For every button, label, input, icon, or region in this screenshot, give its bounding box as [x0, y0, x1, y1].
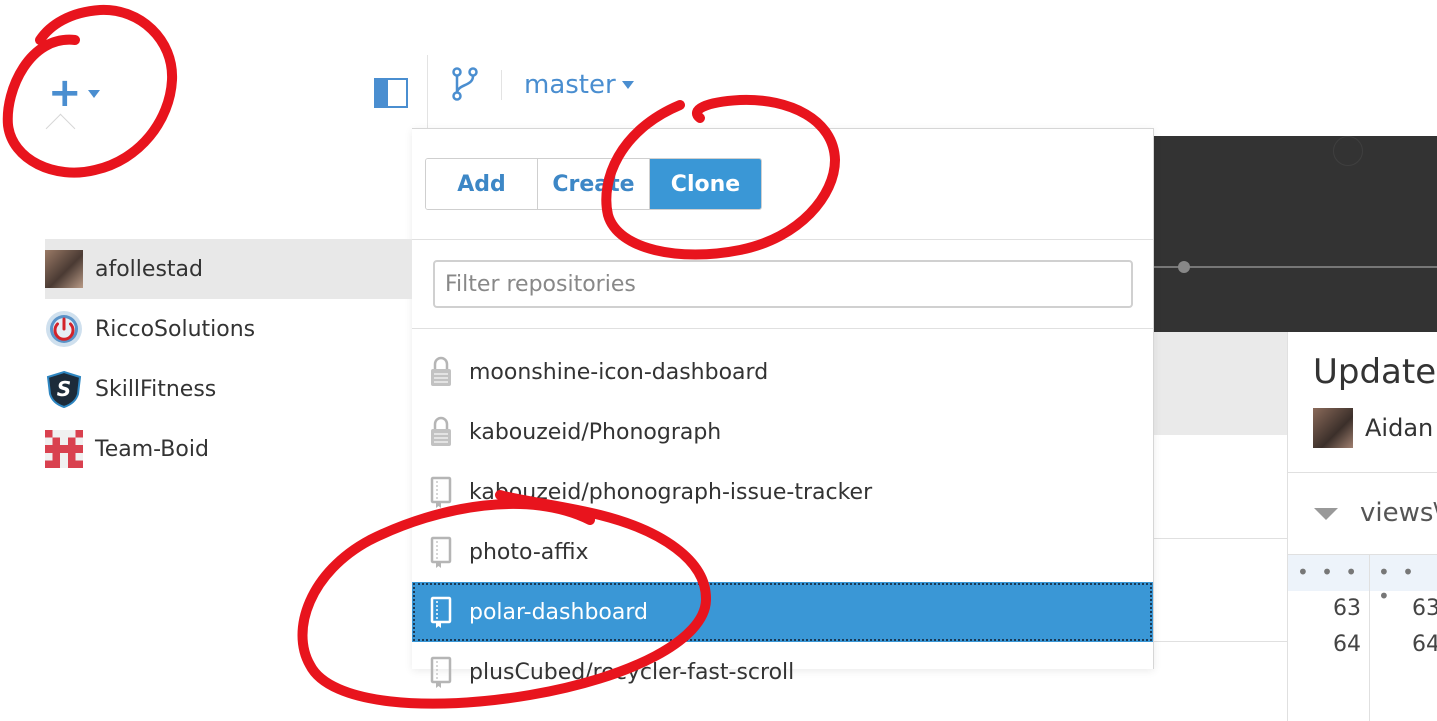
git-branch-icon [452, 67, 478, 101]
account-item-riccosolutions[interactable]: RiccoSolutions [45, 299, 412, 359]
popover-arrow [45, 113, 76, 144]
repo-name: plusCubed/recycler-fast-scroll [469, 659, 795, 685]
repo-icon [430, 656, 452, 688]
account-name: Team-Boid [95, 436, 209, 462]
tab-create[interactable]: Create [537, 159, 649, 209]
account-name: RiccoSolutions [95, 316, 256, 342]
plus-icon: + [48, 70, 82, 116]
repo-item[interactable]: moonshine-icon-dashboard [412, 342, 1153, 402]
divider [412, 328, 1153, 329]
tab-add[interactable]: Add [426, 159, 537, 209]
toolbar-divider [427, 55, 428, 130]
pane-divider [1287, 332, 1288, 721]
power-logo-icon [46, 311, 82, 347]
svg-text:S: S [57, 377, 71, 401]
divider [1153, 538, 1287, 539]
account-list: afollestad RiccoSolutions S SkillFitness… [45, 239, 412, 479]
line-number-new: 63 [1412, 596, 1437, 621]
divider [1153, 641, 1287, 642]
divider [412, 239, 1153, 240]
shield-logo-icon: S [46, 370, 82, 408]
divider [1288, 472, 1437, 473]
account-name: afollestad [95, 256, 203, 282]
account-name: SkillFitness [95, 376, 217, 402]
account-item-afollestad[interactable]: afollestad [45, 239, 412, 299]
graph-panel [1153, 136, 1437, 332]
repo-item[interactable]: kabouzeid/phonograph-issue-tracker [412, 462, 1153, 522]
tab-clone[interactable]: Clone [649, 159, 761, 209]
graph-circle [1333, 136, 1363, 166]
line-number-old: 63 [1333, 596, 1361, 621]
account-item-skillfitness[interactable]: S SkillFitness [45, 359, 412, 419]
diff-ellipsis-old: • • • [1297, 560, 1361, 584]
repo-name: photo-affix [469, 539, 589, 565]
graph-node[interactable] [1178, 261, 1190, 273]
repo-item[interactable]: plusCubed/recycler-fast-scroll [412, 642, 1153, 702]
commit-title: Update [1313, 352, 1437, 392]
graph-line [1153, 266, 1437, 268]
repo-name: polar-dashboard [469, 599, 648, 625]
avatar [45, 250, 83, 288]
branch-selector[interactable]: master [524, 68, 634, 102]
repo-icon [430, 596, 452, 628]
lock-icon [431, 416, 451, 446]
file-path[interactable]: views\ [1360, 498, 1437, 528]
repo-name: moonshine-icon-dashboard [469, 359, 769, 385]
identicon-icon [45, 430, 83, 468]
line-number-new: 64 [1412, 632, 1437, 657]
account-item-team-boid[interactable]: Team-Boid [45, 419, 412, 479]
sidebar-toggle-button[interactable] [374, 78, 408, 108]
sidebar-toggle-icon [376, 80, 388, 106]
repo-name: kabouzeid/phonograph-issue-tracker [469, 479, 873, 505]
repo-item-selected[interactable]: polar-dashboard [412, 582, 1153, 642]
add-repository-menu-button[interactable]: + [48, 70, 108, 116]
repo-name: kabouzeid/Phonograph [469, 419, 722, 445]
line-number-old: 64 [1333, 632, 1361, 657]
toolbar-divider [501, 70, 502, 100]
repo-item[interactable]: kabouzeid/Phonograph [412, 402, 1153, 462]
lock-icon [431, 356, 451, 386]
collapse-triangle-icon[interactable] [1314, 508, 1338, 520]
avatar [1313, 408, 1353, 448]
repo-icon [430, 476, 452, 508]
caret-down-icon [621, 81, 634, 89]
repo-icon [430, 536, 452, 568]
filter-repositories-input[interactable] [433, 260, 1133, 308]
repo-item[interactable]: photo-affix [412, 522, 1153, 582]
repository-mode-tabs: Add Create Clone [425, 158, 762, 210]
branch-name: master [524, 70, 616, 100]
commit-list-selected-item[interactable] [1153, 332, 1288, 435]
diff-column-divider [1369, 554, 1370, 721]
repository-list: moonshine-icon-dashboard kabouzeid/Phono… [412, 342, 1153, 702]
caret-down-icon [87, 90, 100, 98]
commit-author: Aidan I [1365, 414, 1437, 442]
